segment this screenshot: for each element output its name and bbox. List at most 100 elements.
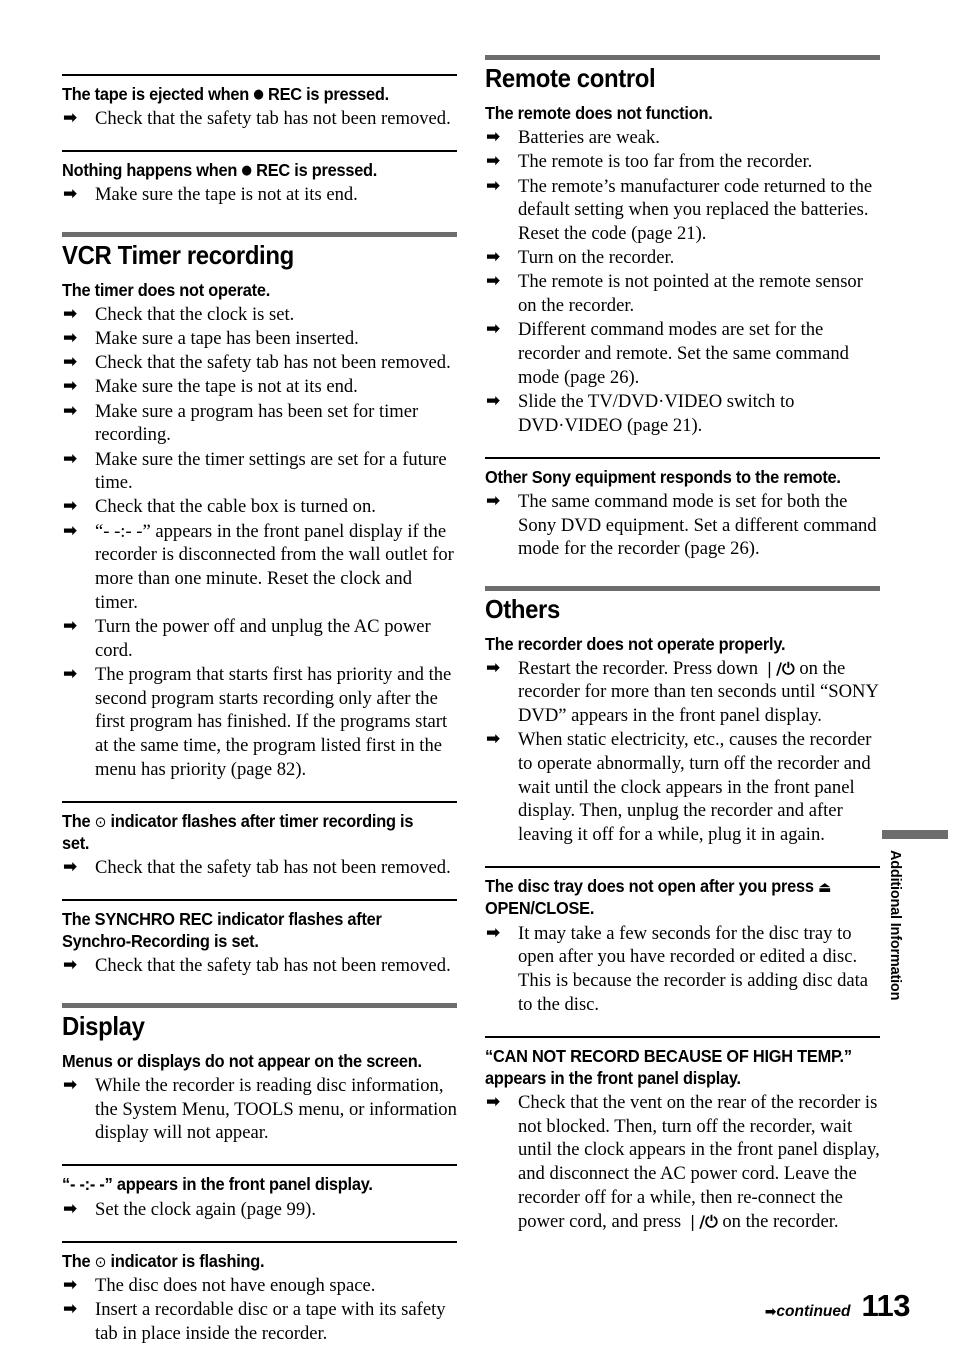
remedy-text: The remote is not pointed at the remote … bbox=[518, 271, 863, 317]
continued-marker: ➡continued bbox=[765, 1303, 851, 1321]
remedy-item: ➡ Make sure a program has been set for ti… bbox=[62, 400, 457, 447]
text-run: indicator flashes after timer recording … bbox=[62, 810, 414, 853]
arrow-bullet-icon: ➡ bbox=[486, 319, 501, 340]
subsection-divider bbox=[62, 899, 457, 902]
remedy-item: ➡ Make sure a tape has been inserted. bbox=[62, 327, 457, 351]
continued-arrow-icon: ➡ bbox=[764, 1304, 777, 1320]
remedy-item: ➡ Batteries are weak. bbox=[485, 126, 880, 150]
arrow-bullet-icon: ➡ bbox=[63, 1299, 78, 1320]
remedy-item: ➡ Check that the vent on the rear of the … bbox=[485, 1091, 880, 1233]
arrow-bullet-icon: ➡ bbox=[486, 175, 501, 196]
page-footer: ➡continued 113 bbox=[765, 1288, 911, 1324]
text-run: Restart the recorder. Press down bbox=[518, 657, 763, 679]
remedy-list: ➡ While the recorder is reading disc info… bbox=[62, 1074, 457, 1145]
remedy-item: ➡ The same command mode is set for both t… bbox=[485, 490, 880, 561]
remedy-item: ➡ Make sure the timer settings are set fo… bbox=[62, 448, 457, 495]
remedy-list: ➡ The same command mode is set for both t… bbox=[485, 490, 880, 561]
remedy-text: Make sure the tape is not at its end. bbox=[95, 376, 358, 398]
remedy-item: ➡ While the recorder is reading disc info… bbox=[62, 1074, 457, 1145]
symptom-heading: Menus or displays do not appear on the s… bbox=[62, 1050, 422, 1071]
remedy-list: ➡ Check that the safety tab has not been … bbox=[62, 856, 457, 880]
remedy-item: ➡ Check that the safety tab has not been … bbox=[62, 351, 457, 375]
subsection-divider bbox=[62, 800, 457, 803]
arrow-bullet-icon: ➡ bbox=[486, 151, 501, 172]
rec-dot-icon: ● bbox=[253, 87, 264, 102]
arrow-bullet-icon: ➡ bbox=[63, 520, 78, 541]
subsection-divider bbox=[485, 866, 880, 869]
arrow-bullet-icon: ➡ bbox=[63, 857, 78, 878]
subsection-divider bbox=[62, 1240, 457, 1243]
arrow-bullet-icon: ➡ bbox=[63, 615, 78, 636]
remedy-list: ➡ Check that the safety tab has not been … bbox=[62, 107, 457, 131]
remedy-text: Make sure the timer settings are set for… bbox=[95, 448, 447, 494]
arrow-bullet-icon: ➡ bbox=[486, 390, 501, 411]
remedy-item: ➡ The disc does not have enough space. bbox=[62, 1274, 457, 1298]
remedy-text: The remote is too far from the recorder. bbox=[518, 151, 813, 173]
remedy-item: ➡ The remote is too far from the recorder… bbox=[485, 150, 880, 174]
remedy-text: Check that the vent on the rear of the r… bbox=[518, 1092, 880, 1232]
remedy-item: ➡ When static electricity, etc., causes t… bbox=[485, 728, 880, 847]
text-run: REC is pressed. bbox=[251, 160, 378, 181]
symptom-heading: The recorder does not operate properly. bbox=[485, 633, 786, 654]
remedy-list: ➡ It may take a few seconds for the disc … bbox=[485, 922, 880, 1017]
remedy-item: ➡ Check that the safety tab has not been … bbox=[62, 856, 457, 880]
remedy-list: ➡ Check that the vent on the rear of the … bbox=[485, 1091, 880, 1233]
remedy-item: ➡ “- -:- -” appears in the front panel di… bbox=[62, 520, 457, 615]
manual-page: The tape is ejected when ● REC is presse… bbox=[0, 0, 954, 1352]
symptom-heading: The ⊙ indicator is flashing. bbox=[62, 1250, 433, 1272]
text-run: Nothing happens when bbox=[62, 160, 242, 181]
arrow-bullet-icon: ➡ bbox=[486, 247, 501, 268]
arrow-bullet-icon: ➡ bbox=[63, 352, 78, 373]
remedy-text: Restart the recorder. Press down ❘/⏻ on … bbox=[518, 658, 878, 726]
text-run: The bbox=[62, 810, 95, 831]
remedy-text: The program that starts first has priori… bbox=[95, 663, 452, 780]
chapter-side-tab: Additional Information bbox=[882, 830, 948, 1001]
text-run: on the recorder. bbox=[717, 1210, 839, 1232]
remedy-text: It may take a few seconds for the disc t… bbox=[518, 922, 869, 1015]
arrow-bullet-icon: ➡ bbox=[63, 448, 78, 469]
subsection-divider bbox=[485, 1035, 880, 1038]
remedy-text: When static electricity, etc., causes th… bbox=[518, 729, 871, 845]
remedy-item: ➡ Check that the cable box is turned on. bbox=[62, 495, 457, 519]
remedy-item: ➡ Check that the clock is set. bbox=[62, 303, 457, 327]
section-divider bbox=[62, 231, 457, 237]
remedy-text: Check that the clock is set. bbox=[95, 303, 295, 325]
remedy-text: The same command mode is set for both th… bbox=[518, 490, 877, 560]
symptom-heading: Nothing happens when ● REC is pressed. bbox=[62, 159, 433, 181]
remedy-item: ➡ Restart the recorder. Press down ❘/⏻ on… bbox=[485, 657, 880, 728]
text-run: The disc tray does not open after you pr… bbox=[485, 876, 819, 897]
subsection-divider bbox=[485, 456, 880, 459]
remedy-list: ➡ Set the clock again (page 99). bbox=[62, 1198, 457, 1222]
remedy-text: While the recorder is reading disc infor… bbox=[95, 1074, 457, 1144]
side-tab-label: Additional Information bbox=[887, 850, 903, 1001]
inline-symbol-icon: ⊙ bbox=[94, 812, 107, 831]
remedy-text: Different command modes are set for the … bbox=[518, 319, 849, 388]
remedy-text: Turn on the recorder. bbox=[518, 247, 675, 269]
remedy-item: ➡ Slide the TV/DVD·VIDEO switch to DVD·VI… bbox=[485, 390, 880, 437]
remedy-list: ➡ Check that the safety tab has not been … bbox=[62, 954, 457, 978]
arrow-bullet-icon: ➡ bbox=[486, 657, 501, 678]
arrow-bullet-icon: ➡ bbox=[63, 1074, 78, 1095]
power-symbol-icon: ❘/⏻ bbox=[762, 658, 795, 678]
arrow-bullet-icon: ➡ bbox=[63, 108, 78, 129]
remedy-item: ➡ Check that the safety tab has not been … bbox=[62, 954, 457, 978]
arrow-bullet-icon: ➡ bbox=[63, 955, 78, 976]
remedy-list: ➡ Batteries are weak. ➡ The remote is too f… bbox=[485, 126, 880, 437]
symptom-heading: The disc tray does not open after you pr… bbox=[485, 875, 856, 919]
symptom-heading: The SYNCHRO REC indicator flashes after … bbox=[62, 909, 382, 952]
remedy-text: Make sure a program has been set for tim… bbox=[95, 400, 419, 446]
remedy-item: ➡ Make sure the tape is not at its end. bbox=[62, 375, 457, 399]
remedy-text: Make sure a tape has been inserted. bbox=[95, 328, 359, 349]
remedy-text: Check that the cable box is turned on. bbox=[95, 496, 376, 518]
remedy-item: ➡ The remote is not pointed at the remote… bbox=[485, 270, 880, 317]
remedy-list: ➡ The disc does not have enough space. ➡ In… bbox=[62, 1274, 457, 1346]
